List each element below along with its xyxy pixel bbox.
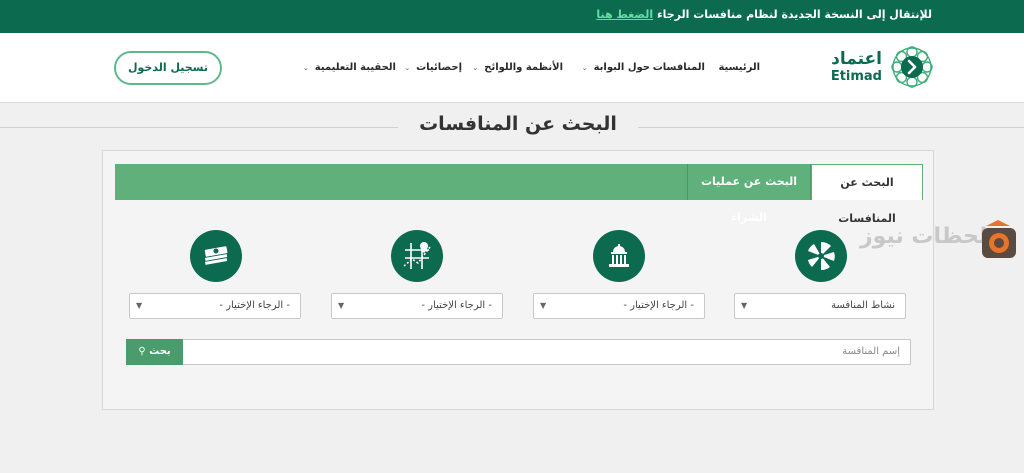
nav-training-label: الحقيبة التعليمية (314, 62, 396, 73)
page-title: البحث عن المنافسات (419, 113, 617, 135)
nav-item-training[interactable]: الحقيبة التعليمية ⌄ (303, 62, 396, 76)
region-select[interactable]: - الرجاء الإختيار - ▼ (331, 293, 503, 319)
notice-message: للإنتقال إلى النسخة الجديدة لنظام منافسا… (656, 8, 932, 21)
login-button[interactable]: تسجيل الدخول (114, 51, 222, 85)
nav-item-regulations[interactable]: الأنظمة واللوائح ⌄ (472, 62, 563, 76)
nav-item-about[interactable]: حول البوابة ⌄ (582, 62, 650, 76)
money-stack-icon (204, 246, 228, 265)
value-filter-icon-wrap (190, 230, 242, 282)
title-divider-right (638, 127, 1024, 128)
logo-arabic-text: اعتماد (831, 49, 882, 69)
notice-link[interactable]: الضغط هنا (596, 8, 653, 21)
tab-search-purchases[interactable]: البحث عن عمليات الشراء (687, 164, 811, 224)
dropdown-arrow-icon: ▼ (540, 301, 547, 310)
activity-select[interactable]: نشاط المنافسة ▼ (734, 293, 906, 319)
agency-select[interactable]: - الرجاء الإختيار - ▼ (533, 293, 705, 319)
activity-select-value: نشاط المنافسة (831, 300, 895, 311)
value-select-value: - الرجاء الإختيار - (219, 300, 290, 311)
chevron-down-icon: ⌄ (581, 64, 588, 72)
chevron-down-icon: ⌄ (302, 64, 309, 72)
nav-item-statistics[interactable]: إحصائيات ⌄ (404, 62, 462, 76)
watermark-text: لحظات نيوز (860, 224, 988, 249)
agency-select-value: - الرجاء الإختيار - (623, 300, 694, 311)
competition-name-input[interactable]: إسم المنافسة (183, 339, 911, 365)
nav-competitions-label: المنافسات (652, 62, 705, 73)
dropdown-arrow-icon: ▼ (136, 301, 143, 310)
search-panel: البحث عن المنافسات البحث عن عمليات الشرا… (102, 150, 934, 410)
notice-text: للإنتقال إلى النسخة الجديدة لنظام منافسا… (596, 8, 932, 21)
dropdown-arrow-icon: ▼ (741, 301, 748, 310)
watermark-camera-logo (982, 220, 1016, 258)
chevron-down-icon: ⌄ (472, 64, 479, 72)
activity-wheel-icon (808, 241, 835, 271)
dropdown-arrow-icon: ▼ (338, 301, 345, 310)
search-placeholder: إسم المنافسة (842, 346, 900, 357)
region-select-value: - الرجاء الإختيار - (421, 300, 492, 311)
tab-bar: البحث عن المنافسات البحث عن عمليات الشرا… (115, 164, 923, 225)
map-location-icon (403, 242, 431, 269)
nav-item-home[interactable]: الرئيسية (718, 62, 760, 76)
title-divider-left (0, 127, 398, 128)
nav-home-label: الرئيسية (718, 62, 760, 73)
region-filter-icon-wrap (391, 230, 443, 282)
nav-about-label: حول البوابة (593, 62, 650, 73)
nav-statistics-label: إحصائيات (416, 62, 462, 73)
search-button-label: بحث (149, 346, 171, 357)
value-select[interactable]: - الرجاء الإختيار - ▼ (129, 293, 301, 319)
nav-item-competitions[interactable]: المنافسات (653, 62, 705, 76)
top-notice-bar: للإنتقال إلى النسخة الجديدة لنظام منافسا… (0, 0, 1024, 33)
activity-filter-icon-wrap (795, 230, 847, 282)
government-building-icon (609, 244, 629, 267)
agency-filter-icon-wrap (593, 230, 645, 282)
search-button[interactable]: بحث ⚲ (126, 339, 183, 365)
etimad-logo[interactable]: اعتماد Etimad (816, 41, 936, 93)
chevron-down-icon: ⌄ (404, 64, 411, 72)
logo-english-text: Etimad (830, 69, 882, 84)
search-icon: ⚲ (138, 346, 146, 357)
logo-mark-icon (891, 46, 933, 88)
tab-search-competitions[interactable]: البحث عن المنافسات (811, 164, 923, 225)
watermark: لحظات نيوز (860, 218, 1020, 262)
site-header: اعتماد Etimad الرئيسية المنافسات حول الب… (0, 33, 1024, 103)
nav-regulations-label: الأنظمة واللوائح (484, 62, 563, 73)
